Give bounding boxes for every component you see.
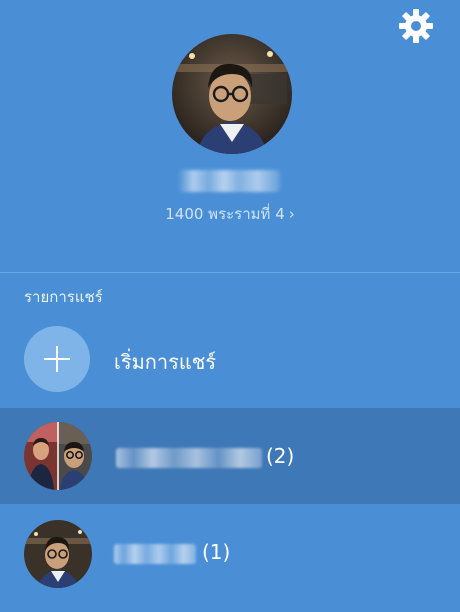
plus-icon xyxy=(24,326,90,392)
chat-name-pixelated xyxy=(114,544,196,564)
chat-list-heading: รายการแชร์ xyxy=(24,288,103,306)
chevron-right-icon: › xyxy=(288,205,295,223)
chat-list-item[interactable]: (1) xyxy=(0,506,460,602)
profile-photo xyxy=(172,34,292,154)
chat-member-count: (1) xyxy=(202,540,231,564)
profile-name-pixelated xyxy=(178,170,280,192)
profile-avatar[interactable] xyxy=(172,34,292,154)
start-chat-label: เริ่มการแชร์ xyxy=(114,350,217,374)
group-avatar xyxy=(24,422,92,490)
gear-icon xyxy=(399,9,433,43)
divider xyxy=(0,272,460,273)
chat-name-pixelated xyxy=(116,448,262,468)
settings-gear-icon[interactable] xyxy=(398,8,434,44)
chat-list-item[interactable]: (2) xyxy=(0,408,460,504)
chat-member-count: (2) xyxy=(266,444,295,468)
contact-avatar xyxy=(24,520,92,588)
start-chat-button[interactable]: เริ่มการแชร์ xyxy=(0,316,460,404)
status-text: 1400 พระรามที่ 4 xyxy=(165,205,285,223)
status-message-link[interactable]: 1400 พระรามที่ 4 › xyxy=(0,202,460,226)
